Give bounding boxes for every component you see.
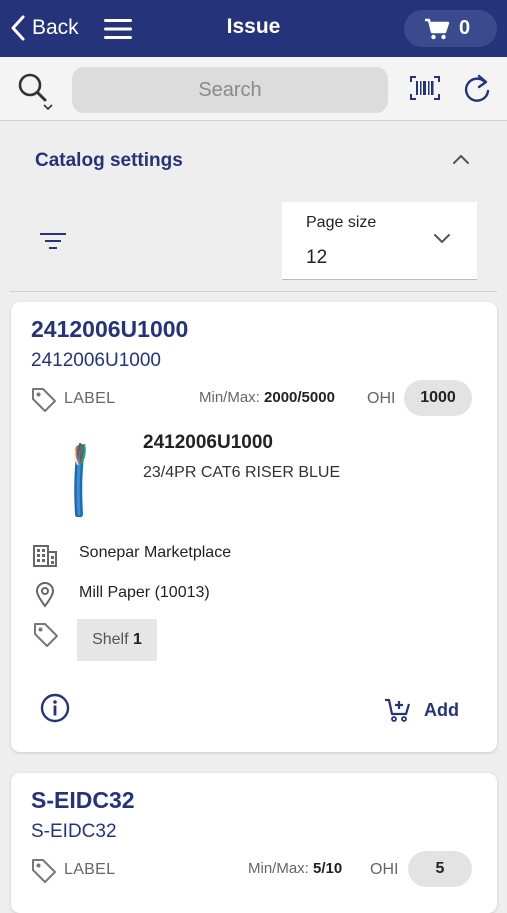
menu-button[interactable] (102, 16, 134, 42)
tag-icon (34, 623, 58, 647)
item-label-tag: LABEL (64, 390, 116, 407)
search-options-button[interactable] (16, 71, 58, 118)
search-bar (0, 57, 507, 121)
product-image (74, 442, 86, 517)
page-size-label: Page size (306, 214, 377, 231)
tag-icon (32, 388, 56, 412)
add-cart-icon (385, 698, 411, 722)
chevron-down-icon (434, 234, 450, 244)
page-size-select[interactable]: Page size 12 (282, 202, 477, 280)
tag-icon (32, 859, 56, 883)
catalog-settings-title: Catalog settings (35, 150, 183, 171)
add-to-cart-button[interactable]: Add (384, 697, 459, 723)
item-code: 2412006U1000 (31, 316, 189, 342)
item-sub-code: 2412006U1000 (31, 350, 161, 371)
chevron-left-icon (11, 15, 25, 41)
hamburger-menu-icon (104, 19, 132, 39)
ohi-label: OHI (367, 390, 396, 407)
shelf-chip: Shelf 1 (77, 619, 157, 661)
building-icon (33, 545, 57, 567)
ohi-value: 5 (408, 851, 472, 887)
collapse-catalog-button[interactable] (450, 152, 472, 171)
back-label: Back (32, 16, 79, 39)
search-input[interactable] (72, 67, 388, 113)
top-bar: Back Issue 0 (0, 0, 507, 57)
info-button[interactable] (40, 693, 70, 728)
cart-icon (425, 18, 450, 40)
refresh-button[interactable] (462, 73, 492, 110)
item-code: S-EIDC32 (31, 787, 135, 813)
location-name: Mill Paper (10013) (79, 584, 210, 601)
search-icon (18, 73, 53, 111)
divider (10, 291, 497, 292)
item-label-tag: LABEL (64, 861, 116, 878)
min-max: Min/Max: 2000/5000 (199, 389, 335, 406)
ohi-value: 1000 (404, 380, 472, 416)
item-description: 23/4PR CAT6 RISER BLUE (143, 464, 341, 481)
item-name: 2412006U1000 (143, 432, 273, 453)
barcode-scan-button[interactable] (409, 75, 441, 106)
cart-count: 0 (459, 17, 471, 39)
item-sub-code: S-EIDC32 (31, 821, 117, 842)
ohi-label: OHI (370, 861, 399, 878)
barcode-icon (410, 76, 440, 100)
vendor-name: Sonepar Marketplace (79, 544, 232, 561)
page-size-value: 12 (306, 247, 328, 268)
back-button[interactable]: Back (10, 12, 79, 44)
add-label: Add (424, 699, 459, 720)
item-card[interactable]: 2412006U1000 2412006U1000 LABEL Min/Max:… (11, 302, 497, 752)
filter-icon (40, 233, 66, 249)
refresh-icon (464, 74, 490, 102)
info-icon (40, 693, 70, 723)
chevron-up-icon (453, 154, 469, 164)
filter-button[interactable] (38, 230, 68, 257)
cart-button[interactable]: 0 (404, 10, 497, 47)
min-max: Min/Max: 5/10 (248, 860, 343, 877)
location-pin-icon (35, 582, 55, 608)
item-card[interactable]: S-EIDC32 S-EIDC32 LABEL Min/Max: 5/10 OH… (11, 773, 497, 913)
